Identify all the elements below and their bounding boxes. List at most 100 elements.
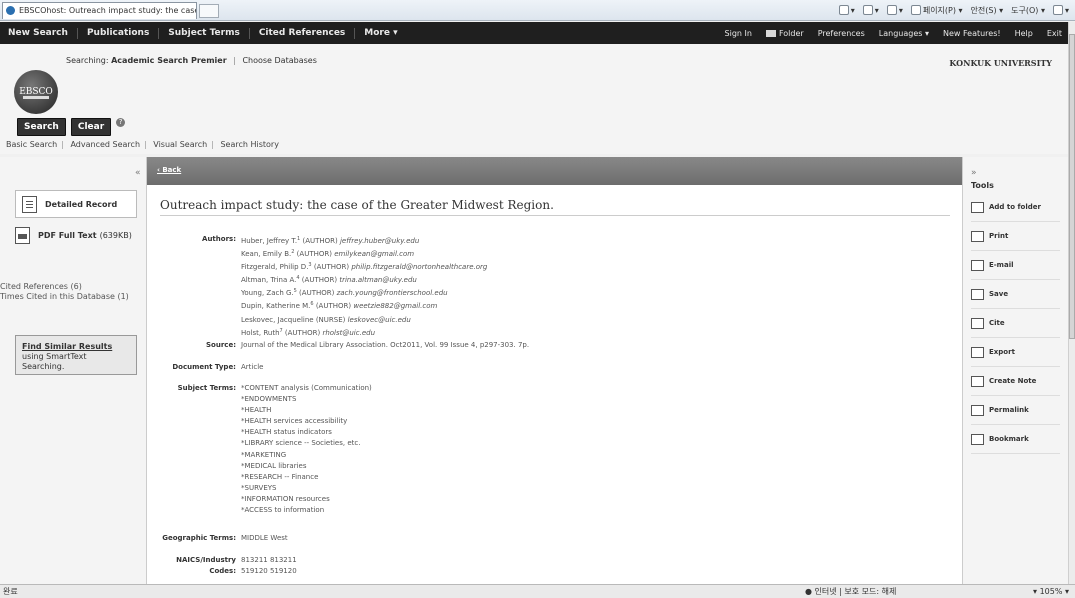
cited-references-link[interactable]: Cited References (6) bbox=[0, 282, 129, 292]
safety-menu[interactable]: 안전(S) ▾ bbox=[971, 4, 1004, 17]
author-name-link[interactable]: Holst, Ruth bbox=[241, 329, 280, 337]
folder-link[interactable]: Folder bbox=[765, 29, 804, 38]
subject-term-link[interactable]: *ACCESS to information bbox=[241, 505, 372, 516]
bookmark-plus-icon bbox=[971, 433, 984, 445]
advanced-search-link[interactable]: Advanced Search bbox=[70, 140, 140, 149]
author-name-link[interactable]: Leskovec, Jacqueline bbox=[241, 316, 314, 324]
author-role: (AUTHOR) bbox=[300, 237, 340, 245]
languages-link[interactable]: Languages ▾ bbox=[879, 29, 929, 38]
author-name-link[interactable]: Dupin, Katherine M. bbox=[241, 302, 310, 310]
author-role: (NURSE) bbox=[313, 315, 348, 324]
subject-term-link[interactable]: *HEALTH status indicators bbox=[241, 427, 372, 438]
bookmark-tool[interactable]: Bookmark bbox=[971, 425, 1060, 454]
permalink-tool[interactable]: Permalink bbox=[971, 396, 1060, 425]
ebsco-logo[interactable]: EBSCO bbox=[14, 70, 58, 114]
nav-more[interactable]: More ▾ bbox=[355, 28, 406, 39]
help-icon[interactable]: ? bbox=[116, 117, 126, 127]
browser-tab-bar: EBSCOhost: Outreach impact study: the ca… bbox=[0, 0, 1075, 21]
zoom-control[interactable]: ▾ 105% ▾ bbox=[1033, 585, 1069, 598]
choose-databases-link[interactable]: Choose Databases bbox=[242, 56, 316, 65]
print-tool[interactable]: Print bbox=[971, 222, 1060, 251]
collapse-left-button[interactable]: « bbox=[135, 168, 141, 178]
citation-links: Cited References (6) Times Cited in this… bbox=[0, 282, 129, 302]
search-history-link[interactable]: Search History bbox=[220, 140, 279, 149]
cite-icon bbox=[971, 317, 984, 329]
author-name-link[interactable]: Kean, Emily B. bbox=[241, 250, 291, 258]
browser-tab[interactable]: EBSCOhost: Outreach impact study: the ca… bbox=[2, 2, 197, 19]
preferences-link[interactable]: Preferences bbox=[818, 29, 865, 38]
author-role: (AUTHOR) bbox=[294, 250, 335, 259]
find-similar-link[interactable]: Find Similar Results bbox=[22, 342, 130, 352]
pdf-full-text-link[interactable]: PDF Full Text (639KB) bbox=[15, 227, 132, 244]
author-email: philip.fitzgerald@nortonhealthcare.org bbox=[351, 263, 488, 272]
exit-link[interactable]: Exit bbox=[1047, 29, 1062, 38]
new-features-link[interactable]: New Features! bbox=[943, 29, 1001, 38]
email-tool[interactable]: E-mail bbox=[971, 251, 1060, 280]
author-name-link[interactable]: Huber, Jeffrey T. bbox=[241, 237, 297, 245]
subject-term-link[interactable]: *CONTENT analysis (Communication) bbox=[241, 383, 372, 394]
export-tool[interactable]: Export bbox=[971, 338, 1060, 367]
create-note-tool[interactable]: Create Note bbox=[971, 367, 1060, 396]
basic-search-link[interactable]: Basic Search bbox=[6, 140, 57, 149]
source-field: Source: Journal of the Medical Library A… bbox=[206, 341, 530, 349]
subject-term-link[interactable]: *SURVEYS bbox=[241, 483, 372, 494]
subject-term-link[interactable]: *MARKETING bbox=[241, 450, 372, 461]
subject-term-link[interactable]: *HEALTH bbox=[241, 405, 372, 416]
naics-field: NAICS/Industry Codes: 813211 813211 51912… bbox=[147, 555, 297, 577]
detailed-record-button[interactable]: Detailed Record bbox=[15, 190, 137, 218]
export-icon bbox=[971, 346, 984, 358]
subject-term-link[interactable]: *RESEARCH -- Finance bbox=[241, 472, 372, 483]
times-cited-link[interactable]: Times Cited in this Database (1) bbox=[0, 292, 129, 302]
nav-subject-terms[interactable]: Subject Terms bbox=[159, 27, 250, 39]
naics-code-link[interactable]: 813211 813211 bbox=[241, 555, 297, 566]
help-link[interactable]: Help bbox=[1015, 29, 1033, 38]
visual-search-link[interactable]: Visual Search bbox=[153, 140, 207, 149]
mail-button[interactable]: ▾ bbox=[886, 4, 903, 17]
author-email: emilykean@gmail.com bbox=[334, 250, 415, 259]
page-scrollbar[interactable] bbox=[1068, 22, 1075, 584]
naics-code-link[interactable]: 519120 519120 bbox=[241, 566, 297, 577]
author-name-link[interactable]: Altman, Trina A. bbox=[241, 276, 296, 284]
mail-icon bbox=[886, 5, 897, 15]
help-icon bbox=[1052, 5, 1063, 15]
nav-cited-references[interactable]: Cited References bbox=[250, 27, 356, 39]
author-name-link[interactable]: Young, Zach G. bbox=[241, 289, 294, 297]
clear-button[interactable]: Clear bbox=[70, 118, 112, 136]
subject-term-link[interactable]: *HEALTH services accessibility bbox=[241, 416, 372, 427]
author-name-link[interactable]: Fitzgerald, Philip D. bbox=[241, 263, 308, 271]
home-button[interactable]: ▾ bbox=[838, 4, 855, 17]
email-icon bbox=[971, 259, 984, 271]
subject-term-link[interactable]: *MEDICAL libraries bbox=[241, 461, 372, 472]
print-menu[interactable]: 페이지(P) ▾ bbox=[910, 4, 963, 17]
tools-menu[interactable]: 도구(O) ▾ bbox=[1011, 4, 1045, 17]
search-button[interactable]: Search bbox=[17, 118, 66, 136]
geo-term-link[interactable]: MIDDLE West bbox=[241, 533, 288, 544]
sign-in-link[interactable]: Sign In bbox=[725, 29, 752, 38]
collapse-right-button[interactable]: » bbox=[971, 168, 977, 178]
author-row: Altman, Trina A.4 (AUTHOR) trina.altman@… bbox=[241, 273, 487, 286]
author-email: leskovec@uic.edu bbox=[347, 315, 411, 324]
home-icon bbox=[838, 5, 849, 15]
save-tool[interactable]: Save bbox=[971, 280, 1060, 309]
printer-icon bbox=[971, 230, 984, 242]
nav-publications[interactable]: Publications bbox=[78, 27, 160, 39]
browser-command-bar: ▾ ▾ ▾ 페이지(P) ▾ 안전(S) ▾ 도구(O) ▾ ▾ bbox=[838, 4, 1069, 17]
subject-term-link[interactable]: *ENDOWMENTS bbox=[241, 394, 372, 405]
add-to-folder-tool[interactable]: Add to folder bbox=[971, 193, 1060, 222]
search-header: EBSCO Searching: Academic Search Premier… bbox=[0, 44, 1068, 154]
subject-term-link[interactable]: *INFORMATION resources bbox=[241, 494, 372, 505]
author-row: Young, Zach G.5 (AUTHOR) zach.young@fron… bbox=[241, 286, 487, 299]
scrollbar-thumb[interactable] bbox=[1069, 34, 1075, 339]
nav-new-search[interactable]: New Search bbox=[6, 27, 78, 39]
help-menu[interactable]: ▾ bbox=[1052, 4, 1069, 17]
back-link[interactable]: ‹ Back bbox=[157, 166, 181, 174]
new-tab-button[interactable] bbox=[199, 4, 219, 18]
cite-tool[interactable]: Cite bbox=[971, 309, 1060, 338]
subject-term-link[interactable]: *LIBRARY science -- Societies, etc. bbox=[241, 438, 372, 449]
status-text: 완료 bbox=[3, 587, 18, 596]
tools-sidebar: » Tools Add to folder Print E-mail Save … bbox=[963, 157, 1068, 584]
author-role: (AUTHOR) bbox=[282, 328, 323, 337]
author-email: trina.altman@uky.edu bbox=[339, 276, 417, 285]
top-navigation: New Search Publications Subject Terms Ci… bbox=[0, 22, 1068, 44]
feeds-button[interactable]: ▾ bbox=[862, 4, 879, 17]
